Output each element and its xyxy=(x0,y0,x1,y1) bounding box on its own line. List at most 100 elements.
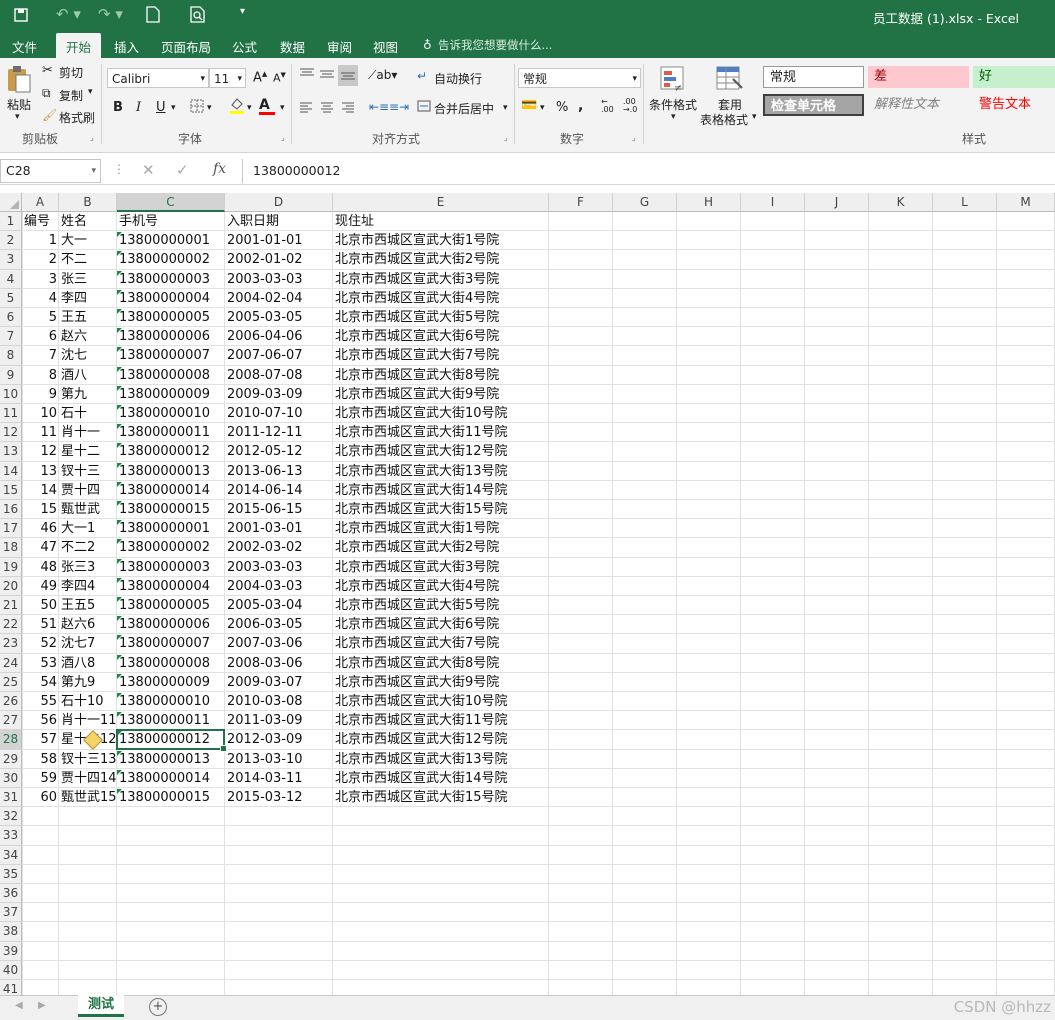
cell-phone[interactable]: 13800000010 xyxy=(117,692,225,711)
cell-hire-date[interactable]: 2004-03-03 xyxy=(225,577,333,596)
cell-id[interactable]: 编号 xyxy=(22,212,59,231)
column-header-h[interactable]: H xyxy=(677,193,741,212)
increase-decimal-icon[interactable]: ← .00 xyxy=(601,98,614,114)
wrap-text-button[interactable]: 自动换行 xyxy=(434,70,482,87)
cell-hire-date[interactable]: 2003-03-03 xyxy=(225,270,333,289)
cell-hire-date[interactable]: 2001-01-01 xyxy=(225,231,333,250)
cell-phone[interactable]: 13800000011 xyxy=(117,423,225,442)
cell-hire-date[interactable]: 2008-07-08 xyxy=(225,366,333,385)
row-header[interactable]: 35 xyxy=(0,864,22,884)
undo-icon[interactable]: ↶ ▾ xyxy=(56,5,81,23)
cell-name[interactable]: 李四 xyxy=(59,289,117,308)
cell-name[interactable]: 姓名 xyxy=(59,212,117,231)
cell-id[interactable]: 56 xyxy=(22,711,59,730)
cell-phone[interactable]: 13800000008 xyxy=(117,654,225,673)
tab-formulas[interactable]: 公式 xyxy=(232,37,257,56)
accounting-dropdown-icon[interactable]: ▾ xyxy=(540,103,545,113)
cell-hire-date[interactable]: 2012-05-12 xyxy=(225,442,333,461)
cell-name[interactable]: 赵六6 xyxy=(59,615,117,634)
cell-address[interactable]: 北京市西城区宣武大街5号院 xyxy=(333,308,549,327)
cell-address[interactable]: 北京市西城区宣武大街4号院 xyxy=(333,577,549,596)
tab-page-layout[interactable]: 页面布局 xyxy=(161,37,211,56)
style-explanatory[interactable]: 解释性文本 xyxy=(868,94,969,116)
cell-name[interactable]: 肖十一 xyxy=(59,423,117,442)
cell-phone[interactable]: 13800000007 xyxy=(117,634,225,653)
cell-hire-date[interactable]: 2013-03-10 xyxy=(225,750,333,769)
worksheet-grid[interactable]: ABCDEFGHIJKLM 1 2 3 4 5 6 7 8 9 10 11 12 13 14 15 16 17 1… xyxy=(0,193,1055,995)
cell-hire-date[interactable]: 2010-07-10 xyxy=(225,404,333,423)
cell-id[interactable]: 11 xyxy=(22,423,59,442)
row-header[interactable]: 19 xyxy=(0,557,22,577)
font-launcher-icon[interactable]: ⌟ xyxy=(281,133,285,142)
cell-phone[interactable]: 13800000005 xyxy=(117,596,225,615)
cell-phone[interactable]: 手机号 xyxy=(117,212,225,231)
save-icon[interactable] xyxy=(14,8,28,25)
cell-hire-date[interactable]: 2003-03-03 xyxy=(225,558,333,577)
column-header-e[interactable]: E xyxy=(333,193,549,212)
cell-name[interactable]: 李四4 xyxy=(59,577,117,596)
cell-address[interactable]: 北京市西城区宣武大街8号院 xyxy=(333,654,549,673)
borders-dropdown-icon[interactable]: ▾ xyxy=(207,103,212,113)
font-size-select[interactable]: 11 ▾ xyxy=(209,68,246,88)
accounting-format-icon[interactable]: 💳 xyxy=(521,98,537,113)
cell-id[interactable]: 53 xyxy=(22,654,59,673)
column-header-a[interactable]: A xyxy=(22,193,59,212)
row-header[interactable]: 1 xyxy=(0,212,22,232)
cell-hire-date[interactable]: 入职日期 xyxy=(225,212,333,231)
cell-hire-date[interactable]: 2012-03-09 xyxy=(225,730,333,749)
cell-address[interactable]: 北京市西城区宣武大街14号院 xyxy=(333,481,549,500)
cell-id[interactable]: 55 xyxy=(22,692,59,711)
cell-id[interactable]: 2 xyxy=(22,250,59,269)
cell-id[interactable]: 12 xyxy=(22,442,59,461)
cell-hire-date[interactable]: 2004-02-04 xyxy=(225,289,333,308)
cell-address[interactable]: 北京市西城区宣武大街11号院 xyxy=(333,423,549,442)
column-header-l[interactable]: L xyxy=(933,193,997,212)
cell-address[interactable]: 北京市西城区宣武大街7号院 xyxy=(333,634,549,653)
style-check-cell[interactable]: 检查单元格 xyxy=(763,94,864,116)
cell-id[interactable]: 4 xyxy=(22,289,59,308)
cell-phone[interactable]: 13800000010 xyxy=(117,404,225,423)
cell-name[interactable]: 王五 xyxy=(59,308,117,327)
cell-phone[interactable]: 13800000005 xyxy=(117,308,225,327)
row-header[interactable]: 11 xyxy=(0,404,22,424)
cell-address[interactable]: 北京市西城区宣武大街8号院 xyxy=(333,366,549,385)
redo-icon[interactable]: ↷ ▾ xyxy=(98,5,123,23)
number-launcher-icon[interactable]: ⌟ xyxy=(632,133,636,142)
orientation-icon[interactable]: ⟋ab▾ xyxy=(368,68,397,83)
cell-address[interactable]: 北京市西城区宣武大街7号院 xyxy=(333,346,549,365)
cell-phone[interactable]: 13800000002 xyxy=(117,250,225,269)
cell-id[interactable]: 1 xyxy=(22,231,59,250)
cell-id[interactable]: 5 xyxy=(22,308,59,327)
conditional-format-button[interactable]: 条件格式 xyxy=(649,96,697,113)
cell-phone[interactable]: 13800000006 xyxy=(117,327,225,346)
cell-name[interactable]: 肖十一11 xyxy=(59,711,117,730)
cell-name[interactable]: 大一 xyxy=(59,231,117,250)
cell-id[interactable]: 50 xyxy=(22,596,59,615)
cell-address[interactable]: 北京市西城区宣武大街2号院 xyxy=(333,250,549,269)
row-header[interactable]: 6 xyxy=(0,308,22,328)
row-header[interactable]: 10 xyxy=(0,384,22,404)
tab-file[interactable]: 文件 xyxy=(12,37,37,56)
cell-name[interactable]: 甄世武15 xyxy=(59,788,117,807)
cell-id[interactable]: 49 xyxy=(22,577,59,596)
enter-icon[interactable]: ✓ xyxy=(176,161,189,179)
row-header[interactable]: 32 xyxy=(0,807,22,827)
cell-hire-date[interactable]: 2009-03-07 xyxy=(225,673,333,692)
cell-id[interactable]: 8 xyxy=(22,366,59,385)
tab-data[interactable]: 数据 xyxy=(280,37,305,56)
align-top-icon[interactable] xyxy=(299,66,315,85)
cell-hire-date[interactable]: 2006-04-06 xyxy=(225,327,333,346)
cell-address[interactable]: 北京市西城区宣武大街13号院 xyxy=(333,462,549,481)
format-painter-icon[interactable]: 🖌 xyxy=(42,108,57,122)
row-header[interactable]: 34 xyxy=(0,845,22,865)
cell-address[interactable]: 北京市西城区宣武大街3号院 xyxy=(333,270,549,289)
sheet-tab-active[interactable]: 测试 xyxy=(78,995,124,1017)
cell-phone[interactable]: 13800000012 xyxy=(117,730,225,749)
cell-hire-date[interactable]: 2013-06-13 xyxy=(225,462,333,481)
row-header[interactable]: 13 xyxy=(0,442,22,462)
decrease-indent-icon[interactable]: ⇤≡ xyxy=(369,100,389,114)
cell-hire-date[interactable]: 2005-03-05 xyxy=(225,308,333,327)
row-header[interactable]: 16 xyxy=(0,500,22,520)
align-left-icon[interactable] xyxy=(299,100,313,117)
cell-name[interactable]: 沈七 xyxy=(59,346,117,365)
